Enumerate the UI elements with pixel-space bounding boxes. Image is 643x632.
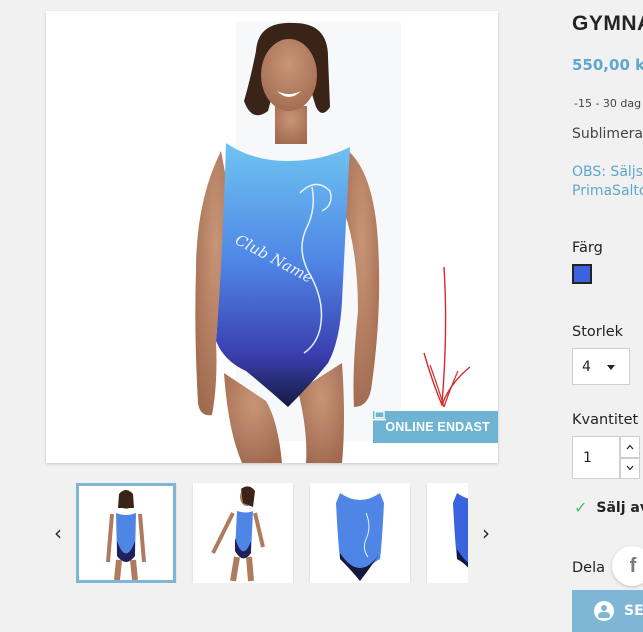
thumbnail-leotard-front[interactable] (310, 483, 410, 583)
login-button[interactable]: SE (572, 590, 643, 632)
size-select-value: 4 (582, 358, 591, 375)
delivery-time: -15 - 30 dag (574, 97, 642, 110)
thumbnail-next-arrow[interactable]: › (476, 518, 496, 548)
stock-status-text: Sälj av (596, 499, 643, 516)
thumbnail-front-view[interactable] (76, 483, 176, 583)
product-notice: OBS: Säljs PrimaSalto (572, 163, 643, 201)
product-info-column: GYMNA 550,00 kr -15 - 30 dag Sublimera O… (572, 0, 643, 632)
product-main-image[interactable]: Club Name ONLINE ENDAST (46, 11, 498, 463)
product-photo: Club Name (195, 21, 471, 463)
caret-down-icon (607, 365, 615, 370)
quantity-decrease-button[interactable] (620, 457, 640, 479)
quantity-label: Kvantitet (572, 412, 639, 428)
color-label: Färg (572, 240, 603, 256)
chevron-up-icon (626, 444, 634, 450)
thumbnail-image (453, 493, 468, 568)
online-only-label: ONLINE ENDAST (385, 420, 490, 434)
user-icon (594, 601, 614, 621)
thumbnail-side-view[interactable] (193, 483, 293, 583)
size-select[interactable]: 4 (572, 348, 630, 385)
laptop-icon (373, 411, 387, 421)
color-swatch-blue[interactable] (572, 264, 592, 284)
thumbnail-image (211, 486, 265, 582)
size-label: Storlek (572, 324, 624, 340)
stock-status: ✓ Sälj av (574, 498, 643, 517)
check-icon: ✓ (574, 498, 588, 517)
online-only-badge: ONLINE ENDAST (373, 411, 498, 443)
quantity-increase-button[interactable] (620, 436, 640, 458)
quantity-input[interactable] (572, 436, 620, 479)
thumbnail-image (336, 493, 384, 581)
share-label: Dela (572, 560, 606, 576)
thumbnail-prev-arrow[interactable]: ‹ (48, 518, 68, 548)
chevron-down-icon (626, 465, 634, 471)
thumbnail-strip (76, 483, 468, 583)
product-description: Sublimera (572, 126, 643, 142)
login-button-label: SE (624, 603, 643, 619)
facebook-share-button[interactable]: f (612, 546, 643, 586)
product-notice-line-2: PrimaSalto (572, 183, 643, 199)
thumbnail-leotard-back[interactable] (427, 483, 468, 583)
product-title: GYMNA (572, 12, 643, 35)
product-price: 550,00 kr (572, 56, 643, 74)
thumbnail-image (106, 490, 146, 580)
quantity-stepper (572, 436, 643, 479)
facebook-icon: f (629, 554, 637, 577)
product-notice-line-1: OBS: Säljs (572, 164, 643, 180)
